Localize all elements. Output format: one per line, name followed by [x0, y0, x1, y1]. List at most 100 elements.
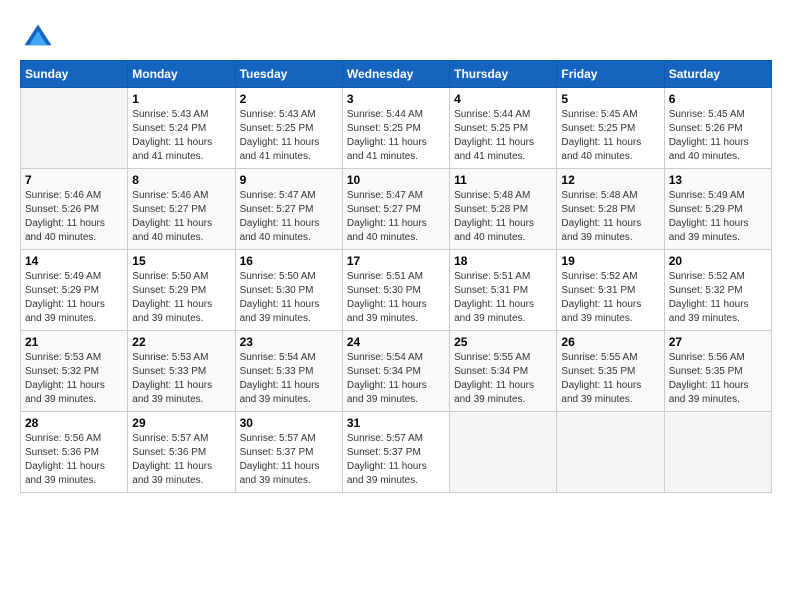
day-number: 15	[132, 254, 230, 268]
day-number: 11	[454, 173, 552, 187]
day-info: Sunrise: 5:46 AMSunset: 5:26 PMDaylight:…	[25, 189, 123, 245]
calendar-week-row: 28Sunrise: 5:56 AMSunset: 5:36 PMDayligh…	[21, 412, 772, 493]
calendar-day-header: Friday	[557, 61, 664, 88]
day-number: 20	[669, 254, 767, 268]
logo-icon	[20, 20, 56, 56]
day-number: 14	[25, 254, 123, 268]
calendar-day-header: Saturday	[664, 61, 771, 88]
day-number: 3	[347, 92, 445, 106]
day-number: 13	[669, 173, 767, 187]
day-info: Sunrise: 5:47 AMSunset: 5:27 PMDaylight:…	[240, 189, 338, 245]
day-info: Sunrise: 5:55 AMSunset: 5:35 PMDaylight:…	[561, 351, 659, 407]
day-info: Sunrise: 5:52 AMSunset: 5:31 PMDaylight:…	[561, 270, 659, 326]
calendar-cell: 20Sunrise: 5:52 AMSunset: 5:32 PMDayligh…	[664, 250, 771, 331]
calendar-cell: 13 Sunrise: 5:49 AMSunset: 5:29 PMDayligh…	[664, 169, 771, 250]
calendar-week-row: 1Sunrise: 5:43 AMSunset: 5:24 PMDaylight…	[21, 88, 772, 169]
day-info: Sunrise: 5:45 AMSunset: 5:26 PMDaylight:…	[669, 108, 767, 164]
day-info: Sunrise: 5:48 AMSunset: 5:28 PMDaylight:…	[561, 189, 659, 245]
day-info: Sunrise: 5:53 AMSunset: 5:33 PMDaylight:…	[132, 351, 230, 407]
day-info: Sunrise: 5:50 AMSunset: 5:30 PMDaylight:…	[240, 270, 338, 326]
day-number: 21	[25, 335, 123, 349]
calendar-day-header: Thursday	[450, 61, 557, 88]
day-number: 1	[132, 92, 230, 106]
day-number: 19	[561, 254, 659, 268]
page-container: SundayMondayTuesdayWednesdayThursdayFrid…	[20, 20, 772, 493]
day-info: Sunrise: 5:47 AMSunset: 5:27 PMDaylight:…	[347, 189, 445, 245]
day-info: Sunrise: 5:51 AMSunset: 5:30 PMDaylight:…	[347, 270, 445, 326]
day-number: 7	[25, 173, 123, 187]
day-info: Sunrise: 5:51 AMSunset: 5:31 PMDaylight:…	[454, 270, 552, 326]
day-info: Sunrise: 5:44 AMSunset: 5:25 PMDaylight:…	[347, 108, 445, 164]
calendar-cell: 19 Sunrise: 5:52 AMSunset: 5:31 PMDayligh…	[557, 250, 664, 331]
day-info: Sunrise: 5:56 AMSunset: 5:36 PMDaylight:…	[25, 432, 123, 488]
calendar-cell: 23Sunrise: 5:54 AMSunset: 5:33 PMDayligh…	[235, 331, 342, 412]
calendar-cell: 3 Sunrise: 5:44 AMSunset: 5:25 PMDaylight…	[342, 88, 449, 169]
calendar-cell: 17 Sunrise: 5:51 AMSunset: 5:30 PMDayligh…	[342, 250, 449, 331]
calendar-cell: 30Sunrise: 5:57 AMSunset: 5:37 PMDayligh…	[235, 412, 342, 493]
day-number: 17	[347, 254, 445, 268]
calendar-cell: 16 Sunrise: 5:50 AMSunset: 5:30 PMDayligh…	[235, 250, 342, 331]
calendar-cell: 8 Sunrise: 5:46 AMSunset: 5:27 PMDaylight…	[128, 169, 235, 250]
calendar-cell: 31 Sunrise: 5:57 AMSunset: 5:37 PMDayligh…	[342, 412, 449, 493]
calendar-cell: 28Sunrise: 5:56 AMSunset: 5:36 PMDayligh…	[21, 412, 128, 493]
calendar-cell: 24 Sunrise: 5:54 AMSunset: 5:34 PMDayligh…	[342, 331, 449, 412]
calendar-cell: 14Sunrise: 5:49 AMSunset: 5:29 PMDayligh…	[21, 250, 128, 331]
calendar-cell: 11 Sunrise: 5:48 AMSunset: 5:28 PMDayligh…	[450, 169, 557, 250]
day-info: Sunrise: 5:46 AMSunset: 5:27 PMDaylight:…	[132, 189, 230, 245]
day-number: 30	[240, 416, 338, 430]
day-number: 26	[561, 335, 659, 349]
calendar-cell: 18 Sunrise: 5:51 AMSunset: 5:31 PMDayligh…	[450, 250, 557, 331]
calendar-cell: 29 Sunrise: 5:57 AMSunset: 5:36 PMDayligh…	[128, 412, 235, 493]
day-info: Sunrise: 5:54 AMSunset: 5:33 PMDaylight:…	[240, 351, 338, 407]
calendar-week-row: 7 Sunrise: 5:46 AMSunset: 5:26 PMDaylight…	[21, 169, 772, 250]
day-info: Sunrise: 5:54 AMSunset: 5:34 PMDaylight:…	[347, 351, 445, 407]
day-number: 22	[132, 335, 230, 349]
day-number: 27	[669, 335, 767, 349]
day-number: 25	[454, 335, 552, 349]
calendar-cell: 7 Sunrise: 5:46 AMSunset: 5:26 PMDaylight…	[21, 169, 128, 250]
day-number: 6	[669, 92, 767, 106]
calendar-table: SundayMondayTuesdayWednesdayThursdayFrid…	[20, 60, 772, 493]
page-header	[20, 20, 772, 56]
calendar-cell: 27 Sunrise: 5:56 AMSunset: 5:35 PMDayligh…	[664, 331, 771, 412]
day-number: 9	[240, 173, 338, 187]
day-number: 2	[240, 92, 338, 106]
calendar-cell: 12Sunrise: 5:48 AMSunset: 5:28 PMDayligh…	[557, 169, 664, 250]
calendar-week-row: 14Sunrise: 5:49 AMSunset: 5:29 PMDayligh…	[21, 250, 772, 331]
calendar-header-row: SundayMondayTuesdayWednesdayThursdayFrid…	[21, 61, 772, 88]
calendar-cell	[557, 412, 664, 493]
calendar-day-header: Wednesday	[342, 61, 449, 88]
calendar-cell	[21, 88, 128, 169]
day-info: Sunrise: 5:57 AMSunset: 5:37 PMDaylight:…	[347, 432, 445, 488]
day-number: 8	[132, 173, 230, 187]
day-info: Sunrise: 5:56 AMSunset: 5:35 PMDaylight:…	[669, 351, 767, 407]
calendar-day-header: Monday	[128, 61, 235, 88]
day-info: Sunrise: 5:55 AMSunset: 5:34 PMDaylight:…	[454, 351, 552, 407]
day-number: 24	[347, 335, 445, 349]
day-info: Sunrise: 5:50 AMSunset: 5:29 PMDaylight:…	[132, 270, 230, 326]
calendar-week-row: 21 Sunrise: 5:53 AMSunset: 5:32 PMDayligh…	[21, 331, 772, 412]
day-number: 31	[347, 416, 445, 430]
day-info: Sunrise: 5:53 AMSunset: 5:32 PMDaylight:…	[25, 351, 123, 407]
calendar-cell: 25 Sunrise: 5:55 AMSunset: 5:34 PMDayligh…	[450, 331, 557, 412]
day-number: 5	[561, 92, 659, 106]
day-number: 10	[347, 173, 445, 187]
calendar-cell: 2 Sunrise: 5:43 AMSunset: 5:25 PMDaylight…	[235, 88, 342, 169]
day-number: 16	[240, 254, 338, 268]
day-number: 18	[454, 254, 552, 268]
calendar-cell: 21 Sunrise: 5:53 AMSunset: 5:32 PMDayligh…	[21, 331, 128, 412]
calendar-cell: 1Sunrise: 5:43 AMSunset: 5:24 PMDaylight…	[128, 88, 235, 169]
day-info: Sunrise: 5:43 AMSunset: 5:25 PMDaylight:…	[240, 108, 338, 164]
day-number: 29	[132, 416, 230, 430]
day-info: Sunrise: 5:48 AMSunset: 5:28 PMDaylight:…	[454, 189, 552, 245]
calendar-cell: 4 Sunrise: 5:44 AMSunset: 5:25 PMDaylight…	[450, 88, 557, 169]
day-info: Sunrise: 5:44 AMSunset: 5:25 PMDaylight:…	[454, 108, 552, 164]
calendar-cell: 6 Sunrise: 5:45 AMSunset: 5:26 PMDaylight…	[664, 88, 771, 169]
day-info: Sunrise: 5:57 AMSunset: 5:36 PMDaylight:…	[132, 432, 230, 488]
calendar-cell: 22 Sunrise: 5:53 AMSunset: 5:33 PMDayligh…	[128, 331, 235, 412]
day-number: 4	[454, 92, 552, 106]
calendar-cell: 15 Sunrise: 5:50 AMSunset: 5:29 PMDayligh…	[128, 250, 235, 331]
day-info: Sunrise: 5:49 AMSunset: 5:29 PMDaylight:…	[669, 189, 767, 245]
calendar-day-header: Sunday	[21, 61, 128, 88]
calendar-cell: 10 Sunrise: 5:47 AMSunset: 5:27 PMDayligh…	[342, 169, 449, 250]
